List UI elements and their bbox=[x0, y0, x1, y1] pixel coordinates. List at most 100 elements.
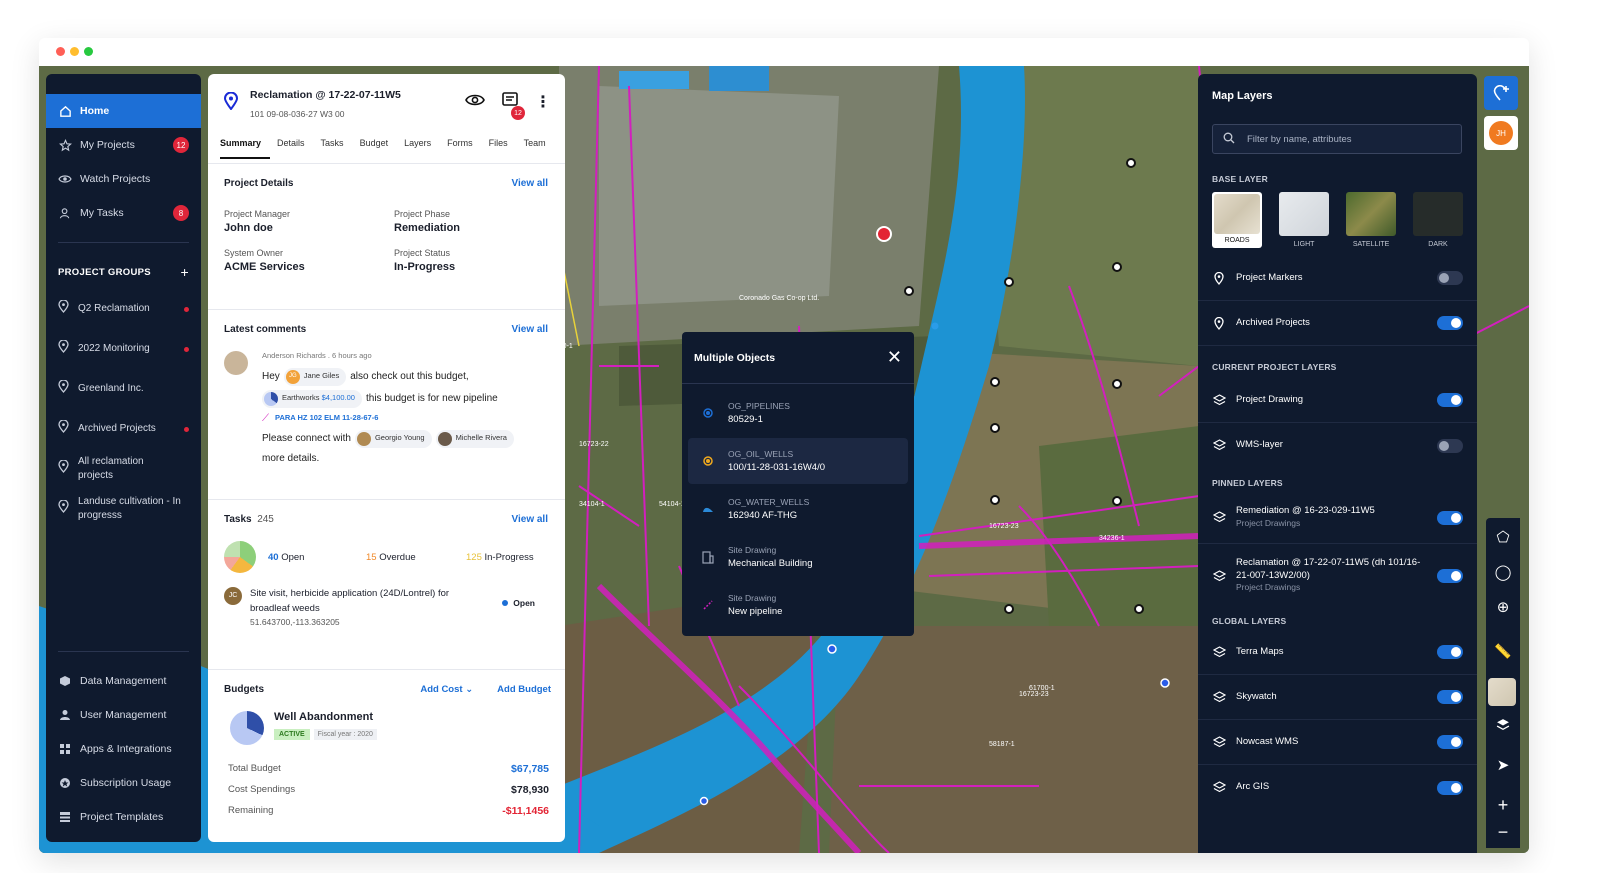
nav-apps-integrations[interactable]: Apps & Integrations bbox=[46, 732, 201, 766]
close-window-button[interactable] bbox=[56, 47, 65, 56]
terra-maps-toggle[interactable] bbox=[1437, 645, 1463, 659]
maximize-window-button[interactable] bbox=[84, 47, 93, 56]
project-drawing-toggle[interactable] bbox=[1437, 393, 1463, 407]
tasks-title-label: Tasks bbox=[224, 514, 252, 525]
nav-my-tasks[interactable]: My Tasks 8 bbox=[46, 196, 201, 230]
layer-name: Arc GIS bbox=[1236, 781, 1270, 793]
skywatch-toggle[interactable] bbox=[1437, 690, 1463, 704]
popup-title: Multiple Objects bbox=[694, 351, 776, 364]
tab-files[interactable]: Files bbox=[489, 138, 517, 159]
tab-budget[interactable]: Budget bbox=[360, 138, 398, 159]
nav-project-templates[interactable]: Project Templates bbox=[46, 800, 201, 834]
pinned-reclamation-toggle[interactable] bbox=[1437, 569, 1463, 583]
navigate-button[interactable]: ➤ bbox=[1486, 748, 1520, 782]
nav-subscription-usage[interactable]: Subscription Usage bbox=[46, 766, 201, 800]
user-task-icon bbox=[58, 206, 72, 220]
tab-details[interactable]: Details bbox=[277, 138, 314, 159]
task-item[interactable]: JC Site visit, herbicide application (24… bbox=[224, 587, 549, 630]
nav-my-projects[interactable]: My Projects 12 bbox=[46, 128, 201, 162]
base-option-dark[interactable]: DARK bbox=[1413, 192, 1463, 248]
layer-search-input[interactable]: Filter by name, attributes bbox=[1212, 124, 1462, 154]
budget-chip-name: Earthworks bbox=[282, 393, 320, 403]
tab-team[interactable]: Team bbox=[524, 138, 555, 159]
group-item-greenland[interactable]: Greenland Inc. bbox=[46, 369, 201, 409]
project-tabs: Summary Details Tasks Budget Layers Form… bbox=[220, 138, 562, 159]
nav-data-management[interactable]: Data Management bbox=[46, 664, 201, 698]
mention-chip[interactable]: Michelle Rivera bbox=[435, 429, 514, 448]
budget-chip[interactable]: Earthworks $4,100.00 bbox=[262, 389, 362, 408]
apps-icon bbox=[58, 742, 72, 756]
group-item-all-reclamation[interactable]: All reclamation projects bbox=[46, 449, 201, 489]
arc-gis-toggle[interactable] bbox=[1437, 780, 1463, 795]
satellite-thumbnail bbox=[1346, 192, 1397, 236]
nowcast-toggle[interactable] bbox=[1437, 735, 1463, 749]
base-option-satellite[interactable]: SATELLITE bbox=[1346, 192, 1397, 248]
avatar: JC bbox=[224, 587, 242, 605]
project-title: Reclamation @ 17-22-07-11W5 bbox=[250, 89, 401, 101]
tab-layers[interactable]: Layers bbox=[404, 138, 440, 159]
base-option-label: ROADS bbox=[1224, 237, 1250, 244]
pipeline-link[interactable]: PARA HZ 102 ELM 11-28-67-6 bbox=[275, 413, 378, 424]
nav-watch-projects[interactable]: Watch Projects bbox=[46, 162, 201, 196]
zoom-out-button[interactable]: − bbox=[1486, 815, 1520, 849]
mention-chip[interactable]: Georgio Young bbox=[354, 429, 432, 448]
comments-view-all-link[interactable]: View all bbox=[511, 324, 548, 335]
layer-row-skywatch: Skywatch bbox=[1198, 675, 1477, 720]
add-budget-button[interactable]: Add Budget bbox=[497, 684, 551, 695]
add-group-icon[interactable]: + bbox=[181, 264, 189, 280]
base-option-light[interactable]: LIGHT bbox=[1279, 192, 1330, 248]
watch-eye-icon[interactable] bbox=[465, 93, 485, 112]
more-options-icon[interactable]: ⋮ bbox=[535, 94, 551, 110]
base-option-roads[interactable]: ROADS bbox=[1212, 192, 1263, 248]
minimize-window-button[interactable] bbox=[70, 47, 79, 56]
status-dot-icon bbox=[502, 600, 509, 606]
mention-chip[interactable]: JG Jane Giles bbox=[283, 367, 347, 386]
group-item-archived[interactable]: Archived Projects bbox=[46, 409, 201, 449]
nav-home[interactable]: Home bbox=[46, 94, 201, 128]
group-item-landuse[interactable]: Landuse cultivation - In progresss bbox=[46, 489, 201, 529]
object-item-pipeline[interactable]: OG_PIPELINES 80529-1 bbox=[688, 390, 908, 436]
group-item-2022-monitoring[interactable]: 2022 Monitoring bbox=[46, 329, 201, 369]
object-item-water-well[interactable]: OG_WATER_WELLS 162940 AF-THG bbox=[688, 486, 908, 532]
layers-toggle-button[interactable] bbox=[1486, 708, 1520, 742]
close-icon[interactable]: ✕ bbox=[887, 347, 902, 368]
object-item-site-building[interactable]: Site Drawing Mechanical Building bbox=[688, 534, 908, 580]
locate-me-button[interactable]: ⊕ bbox=[1486, 590, 1520, 624]
map-layers-panel: Map Layers Filter by name, attributes BA… bbox=[1198, 74, 1477, 853]
open-stat[interactable]: 40 Open bbox=[268, 552, 366, 563]
notification-count-badge: 12 bbox=[511, 106, 525, 120]
group-item-q2-reclamation[interactable]: Q2 Reclamation bbox=[46, 289, 201, 329]
draw-polygon-button[interactable]: ⬠ bbox=[1486, 520, 1520, 554]
project-markers-toggle[interactable] bbox=[1437, 271, 1463, 285]
tab-summary[interactable]: Summary bbox=[220, 138, 271, 159]
app-window: Coronado Gas Co-op Ltd.9420-116723-22341… bbox=[39, 38, 1529, 853]
add-cost-button[interactable]: Add Cost ⌄ bbox=[420, 684, 473, 695]
in-progress-stat[interactable]: 125 In-Progress bbox=[466, 552, 534, 563]
comment-line: ⟋ PARA HZ 102 ELM 11-28-67-6 bbox=[262, 412, 549, 426]
nav-home-label: Home bbox=[80, 105, 110, 117]
layer-name-block: Reclamation @ 17-22-07-11W5 (dh 101/16-2… bbox=[1236, 557, 1437, 595]
comment-text: Hey bbox=[262, 370, 280, 382]
wms-layer-toggle[interactable] bbox=[1437, 438, 1463, 453]
object-item-oil-well[interactable]: OG_OIL_WELLS 100/11-28-031-16W4/0 bbox=[688, 438, 908, 484]
layers-stack-icon bbox=[1212, 393, 1226, 407]
budget-card[interactable]: Well Abandonment ACTIVE Fiscal year : 20… bbox=[224, 711, 549, 745]
pinned-remediation-toggle[interactable] bbox=[1437, 510, 1463, 525]
lasso-select-button[interactable]: ◯ bbox=[1486, 555, 1520, 589]
object-item-site-pipeline[interactable]: Site Drawing New pipeline bbox=[688, 582, 908, 628]
measure-button[interactable]: 📏 bbox=[1486, 634, 1520, 668]
user-avatar-button[interactable]: JH bbox=[1484, 116, 1518, 150]
overdue-stat[interactable]: 15 Overdue bbox=[366, 552, 466, 563]
notifications-icon[interactable]: 12 bbox=[501, 91, 525, 120]
tab-tasks[interactable]: Tasks bbox=[321, 138, 353, 159]
tasks-view-all-link[interactable]: View all bbox=[511, 514, 548, 525]
add-location-button[interactable] bbox=[1484, 76, 1518, 110]
archived-projects-toggle[interactable] bbox=[1437, 316, 1463, 330]
owner-value: ACME Services bbox=[224, 261, 305, 273]
project-details-view-all-link[interactable]: View all bbox=[511, 178, 548, 189]
tab-forms[interactable]: Forms bbox=[447, 138, 482, 159]
nav-user-management[interactable]: User Management bbox=[46, 698, 201, 732]
basemap-switch-button[interactable] bbox=[1488, 678, 1516, 706]
user-icon bbox=[58, 708, 72, 722]
add-cost-label: Add Cost bbox=[420, 684, 463, 695]
